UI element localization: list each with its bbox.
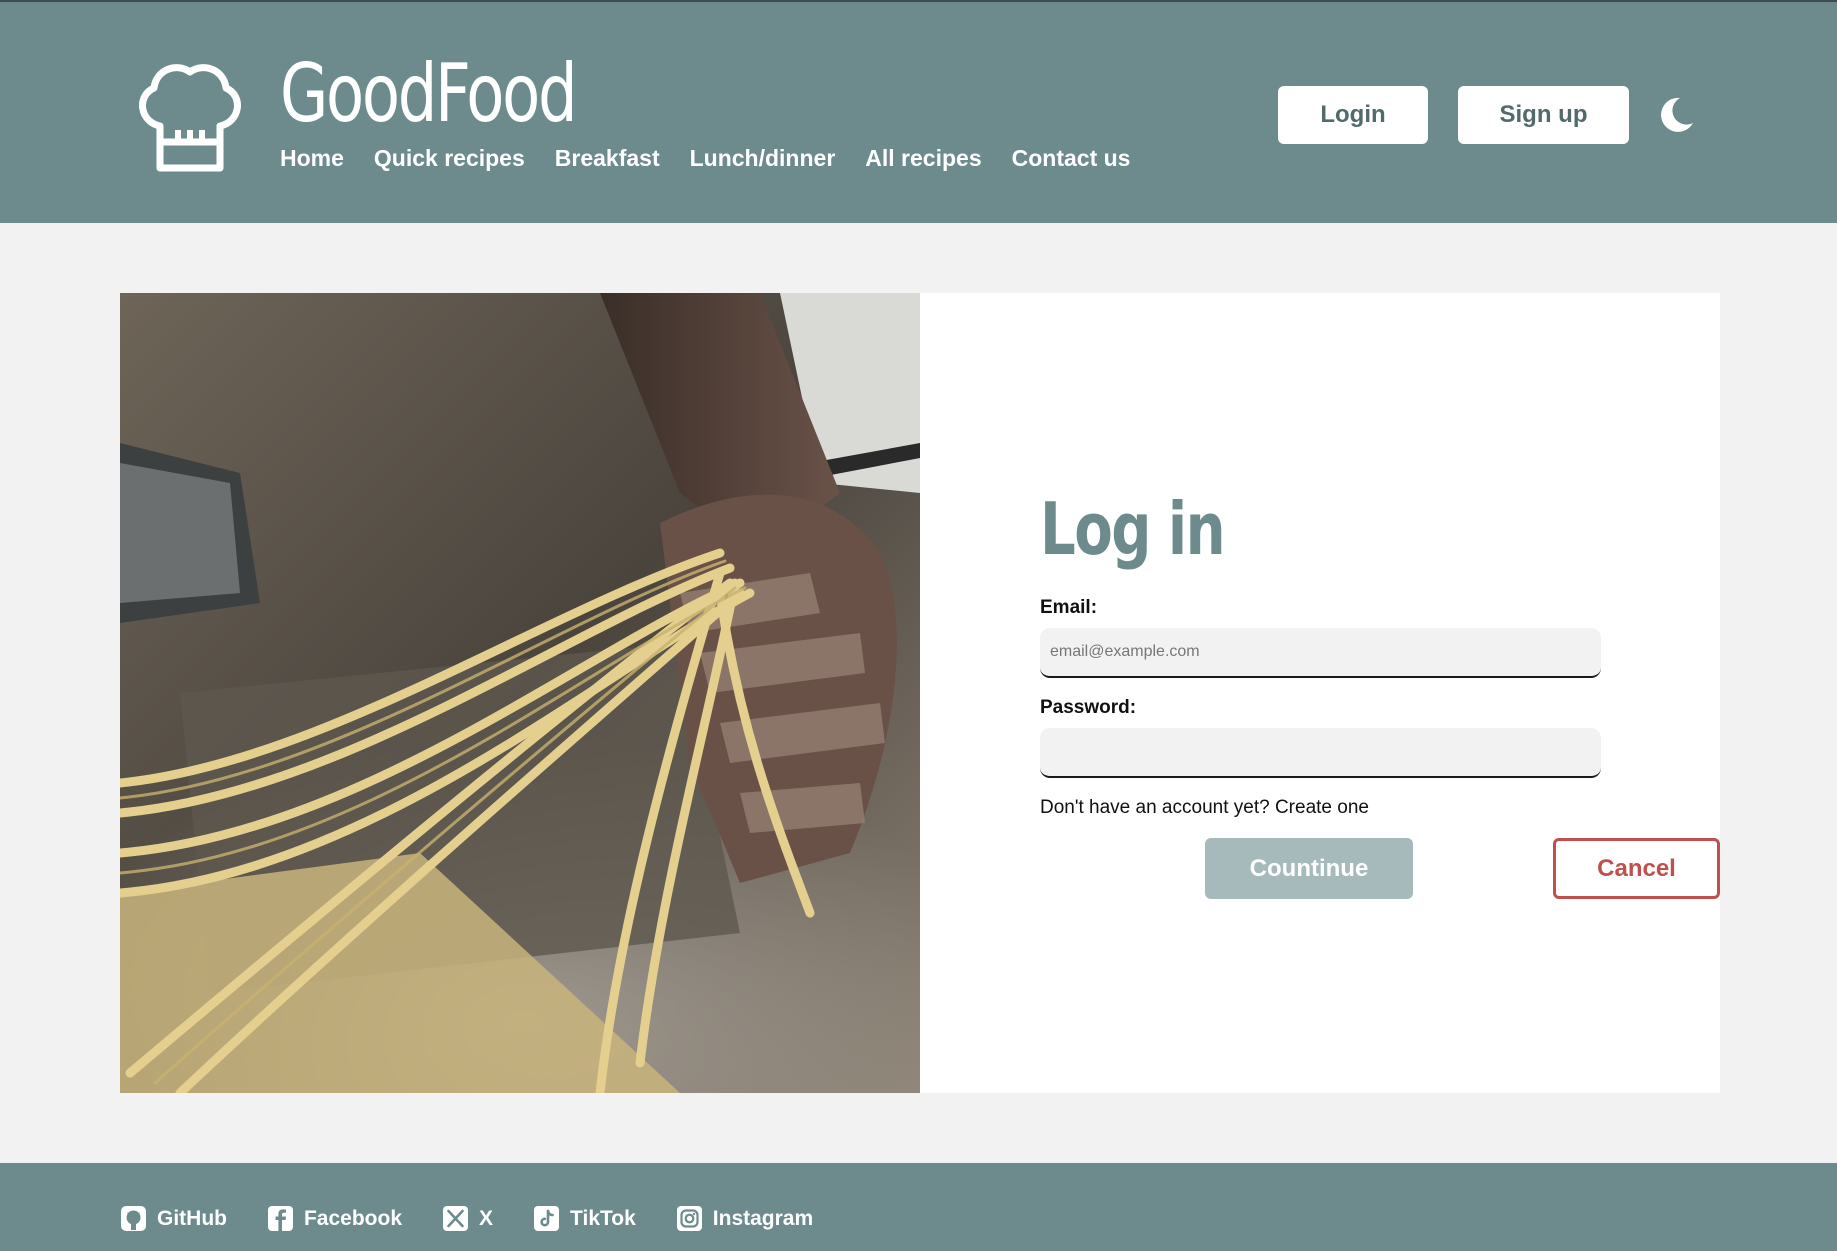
brand-name[interactable]: GoodFood — [280, 50, 578, 138]
nav-home[interactable]: Home — [280, 142, 344, 174]
social-link-tiktok[interactable]: TikTok — [533, 1205, 636, 1232]
tiktok-icon — [534, 1206, 560, 1231]
nav-lunch-dinner[interactable]: Lunch/dinner — [690, 142, 836, 174]
social-label-tiktok[interactable]: TikTok — [570, 1207, 636, 1231]
continue-button[interactable]: Countinue — [1205, 838, 1413, 899]
pasta-photo — [120, 293, 920, 1093]
login-card: Log in Email: Password: Don't have an ac… — [120, 293, 1720, 1093]
form-title: Log in — [1040, 487, 1226, 571]
login-button[interactable]: Login — [1278, 86, 1428, 144]
nav-quick-recipes[interactable]: Quick recipes — [374, 142, 525, 174]
nav-breakfast[interactable]: Breakfast — [555, 142, 660, 174]
login-form: Log in Email: Password: Don't have an ac… — [1040, 293, 1720, 1093]
password-field[interactable] — [1040, 728, 1601, 778]
social-link-facebook[interactable]: Facebook — [267, 1205, 402, 1232]
nav-all-recipes[interactable]: All recipes — [865, 142, 981, 174]
x-icon — [443, 1206, 469, 1231]
social-label-instagram[interactable]: Instagram — [713, 1207, 813, 1231]
email-label: Email: — [1040, 597, 1098, 618]
password-label: Password: — [1040, 697, 1137, 718]
main-nav: Home Quick recipes Breakfast Lunch/dinne… — [280, 142, 1130, 174]
github-icon — [121, 1206, 146, 1231]
email-field[interactable] — [1040, 628, 1601, 678]
moon-icon[interactable] — [1656, 95, 1696, 135]
instagram-icon — [676, 1206, 702, 1231]
nav-contact-us[interactable]: Contact us — [1012, 142, 1131, 174]
site-header: GoodFood Home Quick recipes Breakfast Lu… — [0, 0, 1837, 223]
social-links: GitHub Facebook X TikTok Instagram — [120, 1205, 813, 1232]
signup-hint[interactable]: Don't have an account yet? Create one — [1040, 795, 1369, 821]
cancel-button[interactable]: Cancel — [1553, 838, 1720, 899]
chef-hat-icon[interactable] — [132, 56, 248, 172]
social-link-x[interactable]: X — [442, 1205, 493, 1232]
social-link-github[interactable]: GitHub — [120, 1205, 227, 1232]
social-link-instagram[interactable]: Instagram — [676, 1205, 813, 1232]
social-label-facebook[interactable]: Facebook — [304, 1207, 402, 1231]
signup-button[interactable]: Sign up — [1458, 86, 1629, 144]
social-label-x[interactable]: X — [479, 1207, 493, 1231]
facebook-icon — [267, 1206, 293, 1231]
site-footer: GitHub Facebook X TikTok Instagram — [0, 1163, 1837, 1251]
hero-image — [120, 293, 920, 1093]
signup-hint-text[interactable]: Don't have an account yet? Create one — [1040, 797, 1369, 818]
social-label-github[interactable]: GitHub — [157, 1207, 227, 1231]
